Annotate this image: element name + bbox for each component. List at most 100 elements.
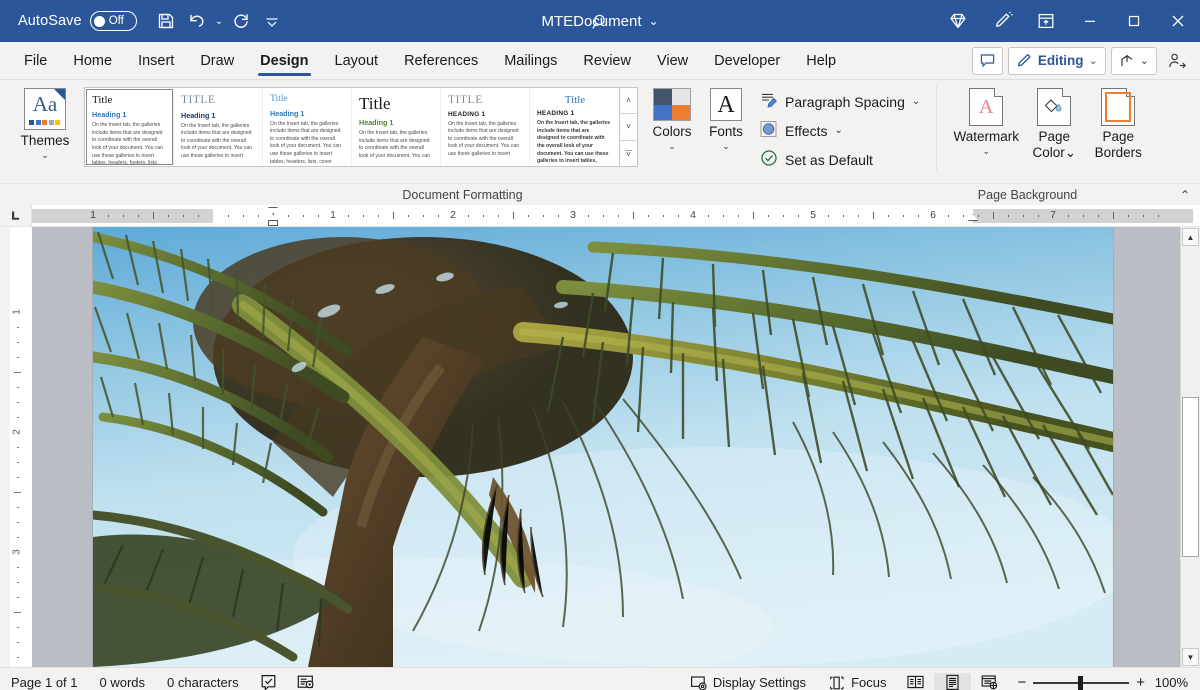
tab-stop-selector[interactable]: [0, 205, 32, 226]
effects-caret[interactable]: ⌄: [835, 125, 843, 136]
style-set-item-6[interactable]: Title HEADING 1 On the Insert tab, the g…: [530, 88, 619, 166]
ruler-eighth-dot: [1008, 215, 1009, 217]
first-line-indent-marker[interactable]: [268, 207, 278, 214]
style-set-item-1[interactable]: Title Heading 1 On the Insert tab, the g…: [85, 88, 174, 166]
zoom-in-button[interactable]: +: [1136, 674, 1145, 690]
paragraph-spacing-caret[interactable]: ⌄: [912, 96, 920, 107]
tab-developer[interactable]: Developer: [701, 42, 793, 79]
tab-home[interactable]: Home: [60, 42, 125, 79]
editing-mode-button[interactable]: Editing ⌄: [1008, 47, 1106, 75]
focus-button[interactable]: Focus: [817, 674, 897, 690]
gallery-more-icon[interactable]: ―˅: [620, 141, 637, 166]
autosave-switch[interactable]: Off: [90, 11, 137, 31]
close-button[interactable]: [1156, 0, 1200, 42]
web-layout-icon[interactable]: [971, 673, 1008, 690]
themes-dropdown-caret[interactable]: ⌄: [41, 150, 49, 160]
zoom-slider-track[interactable]: [1033, 682, 1129, 684]
ruler-half-tick: [753, 212, 754, 219]
tab-insert[interactable]: Insert: [125, 42, 187, 79]
minimize-button[interactable]: [1068, 0, 1112, 42]
collapse-ribbon-icon[interactable]: ⌃: [1180, 188, 1190, 202]
tab-help[interactable]: Help: [793, 42, 849, 79]
document-canvas[interactable]: [32, 227, 1180, 667]
tab-draw[interactable]: Draw: [187, 42, 247, 79]
search-icon[interactable]: [586, 7, 616, 37]
ruler-eighth-dot: [888, 215, 889, 217]
display-settings-button[interactable]: Display Settings: [679, 674, 817, 690]
comments-button[interactable]: [972, 47, 1003, 75]
gallery-scroll-down-icon[interactable]: ˅: [620, 114, 637, 140]
maximize-button[interactable]: [1112, 0, 1156, 42]
set-as-default-button[interactable]: Set as Default: [756, 145, 924, 174]
style-set-item-4[interactable]: Title Heading 1 On the Insert tab, the g…: [352, 88, 441, 166]
undo-icon[interactable]: [182, 6, 212, 36]
page-count[interactable]: Page 1 of 1: [0, 668, 89, 690]
horizontal-ruler[interactable]: 11234567: [32, 205, 1180, 226]
proofing-errors-icon[interactable]: [250, 668, 287, 690]
scroll-track[interactable]: [1181, 247, 1200, 647]
ruler-half-tick: [873, 212, 874, 219]
editing-caret-icon[interactable]: ⌄: [1089, 54, 1098, 67]
tab-view[interactable]: View: [644, 42, 701, 79]
share-caret-icon[interactable]: ⌄: [1140, 54, 1149, 67]
scroll-thumb[interactable]: [1182, 397, 1199, 557]
redo-icon[interactable]: [226, 6, 256, 36]
print-layout-icon[interactable]: [934, 673, 971, 690]
customize-quick-access-icon[interactable]: [257, 6, 287, 36]
page-color-button[interactable]: Page Color⌄: [1023, 83, 1085, 160]
vertical-ruler[interactable]: 123: [0, 227, 32, 667]
document-title-caret[interactable]: ⌄: [648, 14, 658, 28]
person-share-icon[interactable]: [1162, 46, 1192, 76]
watermark-dropdown-caret[interactable]: ⌄: [982, 146, 990, 156]
paragraph-spacing-button[interactable]: Paragraph Spacing ⌄: [756, 87, 924, 116]
gallery-scroll-up-icon[interactable]: ˄: [620, 88, 637, 114]
tab-design[interactable]: Design: [247, 42, 321, 79]
themes-button[interactable]: Aa Themes ⌄: [8, 83, 82, 160]
colors-dropdown-caret[interactable]: ⌄: [668, 141, 676, 151]
undo-dropdown-caret[interactable]: ⌄: [213, 16, 225, 27]
word-count[interactable]: 0 words: [89, 668, 157, 690]
tab-review[interactable]: Review: [570, 42, 644, 79]
vertical-scrollbar[interactable]: ▲ ▼: [1180, 227, 1200, 667]
style-gallery-scrollbar[interactable]: ˄ ˅ ―˅: [619, 88, 637, 166]
zoom-level[interactable]: 100%: [1154, 675, 1200, 690]
zoom-slider-thumb[interactable]: [1078, 676, 1083, 690]
share-button[interactable]: ⌄: [1111, 47, 1157, 75]
paragraph-spacing-label: Paragraph Spacing: [785, 94, 905, 110]
left-indent-marker[interactable]: [268, 220, 278, 226]
document-page[interactable]: [93, 227, 1113, 667]
scroll-down-button[interactable]: ▼: [1182, 648, 1199, 666]
tab-references[interactable]: References: [391, 42, 491, 79]
group-divider: [936, 86, 937, 170]
accessibility-checker-icon[interactable]: [287, 668, 324, 690]
fonts-dropdown-caret[interactable]: ⌄: [722, 141, 730, 151]
page-borders-button[interactable]: Page Borders: [1085, 83, 1151, 160]
ruler-eighth-dot: [768, 215, 769, 217]
zoom-out-button[interactable]: −: [1017, 674, 1026, 690]
ruler-eighth-dot: [663, 215, 664, 217]
fonts-button[interactable]: A Fonts ⌄: [700, 83, 752, 151]
style-set-gallery[interactable]: Title Heading 1 On the Insert tab, the g…: [84, 87, 638, 167]
style-set-item-3[interactable]: Title Heading 1 On the Insert tab, the g…: [263, 88, 352, 166]
tab-file[interactable]: File: [11, 42, 60, 79]
save-icon[interactable]: [151, 6, 181, 36]
character-count[interactable]: 0 characters: [156, 668, 250, 690]
page-color-caret[interactable]: ⌄: [1065, 145, 1076, 160]
scroll-up-button[interactable]: ▲: [1182, 228, 1199, 246]
palm-tree-photo[interactable]: [93, 227, 1113, 667]
autosave-toggle[interactable]: AutoSave Off: [18, 11, 137, 31]
designer-pen-icon[interactable]: [980, 0, 1024, 42]
effects-button[interactable]: Effects ⌄: [756, 116, 924, 145]
style-set-item-2[interactable]: TITLE Heading 1 On the Insert tab, the g…: [174, 88, 263, 166]
watermark-button[interactable]: A Watermark ⌄: [949, 83, 1023, 156]
read-mode-icon[interactable]: [897, 673, 934, 690]
style-set-item-5[interactable]: TITLE HEADING 1 On the Insert tab, the g…: [441, 88, 530, 166]
colors-button[interactable]: Colors ⌄: [644, 83, 700, 151]
ruler-eighth-dot: [858, 215, 859, 217]
zoom-control[interactable]: − +: [1008, 674, 1154, 690]
microsoft-365-diamond-icon[interactable]: [936, 0, 980, 42]
ribbon-display-options-icon[interactable]: [1024, 0, 1068, 42]
tab-layout[interactable]: Layout: [322, 42, 392, 79]
tab-mailings[interactable]: Mailings: [491, 42, 570, 79]
style-title: Title: [270, 95, 345, 105]
